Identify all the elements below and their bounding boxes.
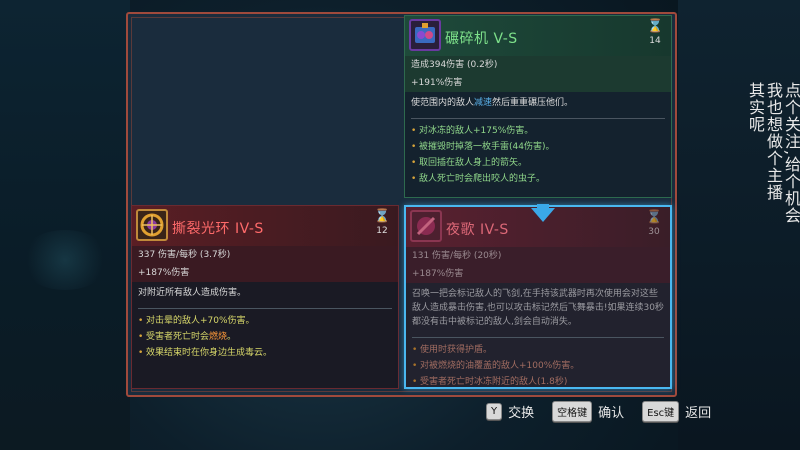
tearing-ring-item-icon [136,209,168,241]
stat-damage: 131 伤害/每秒 (20秒) [412,251,502,261]
stat-damage: 337 伤害/每秒 (3.7秒) [138,250,231,260]
stat-damage: 造成394伤害 (0.2秒) [411,60,498,70]
keyword-slow: 减速 [474,98,493,108]
affix-item: • 使用时获得护盾。 [412,345,493,355]
control-back[interactable]: Esc键 返回 [642,400,712,422]
affix-item: • 敌人死亡时会爬出咬人的虫子。 [411,174,546,184]
item-stats: 131 伤害/每秒 (20秒) +187%伤害 [406,247,670,283]
stat-bonus: +191%伤害 [411,78,463,88]
item-stats: 337 伤害/每秒 (3.7秒) +187%伤害 [132,246,398,282]
control-label: 交换 [508,405,535,421]
item-description: 使范围内的敌人减速然后重重碾压他们。 [411,98,574,108]
hourglass-icon: ⌛ [647,19,664,34]
control-swap[interactable]: Y 交换 [486,402,534,421]
background-right [678,0,800,450]
key-space: 空格键 [552,400,593,422]
key-y: Y [486,402,503,420]
nightsong-item-icon [410,210,442,242]
affix-list: • 对击晕的敌人+70%伤害。 • 受害者死亡时会燃烧。 • 效果结束时在你身边生成毒… [132,313,398,361]
stat-bonus: +187%伤害 [138,268,190,278]
item-card-tearing-ring[interactable]: 撕裂光环 IV-S ⌛ 12 337 伤害/每秒 (3.7秒) +187%伤害 … [131,205,399,389]
divider [138,308,392,309]
card-header: 碾碎机 V-S ⌛ 14 [405,16,671,56]
card-header: 撕裂光环 IV-S ⌛ 12 [132,206,398,246]
affix-item: • 受害者死亡时冰冻附近的敌人(1.8秒) [412,377,568,387]
item-title: 碾碎机 V-S [445,31,518,47]
control-hints: Y 交换 空格键 确认 Esc键 返回 [486,400,721,422]
affix-item: • 对击晕的敌人+70%伤害。 [138,316,255,326]
item-stats: 造成394伤害 (0.2秒) +191%伤害 [405,56,671,92]
overlay-text-col3: 其实呢 [746,82,765,133]
cooldown-timer: ⌛ 12 [374,209,391,237]
overlay-text-col1: 点个关注,给个机会 [782,82,800,225]
affix-item: • 受害者死亡时会燃烧。 [138,332,237,342]
item-description: 召唤一把会标记敌人的飞剑,在手持该武器时再次使用会对这些敌人造成暴击伤害,也可以… [412,289,664,327]
hourglass-icon: ⌛ [374,209,391,224]
affix-item: • 被摧毁时掉落一枚手雷(44伤害)。 [411,142,555,152]
control-label: 确认 [598,405,625,421]
stat-bonus: +187%伤害 [412,269,464,279]
item-description: 对附近所有敌人造成伤害。 [138,288,247,298]
divider [412,337,664,338]
affix-list: • 使用时获得护盾。 • 对被燃烧的油覆盖的敌人+100%伤害。 • 受害者死亡时冰冻… [406,342,670,390]
item-card-nightsong[interactable]: 夜歌 IV-S ⌛ 30 131 伤害/每秒 (20秒) +187%伤害 召唤一… [404,205,672,389]
divider [411,118,665,119]
affix-list: • 对冰冻的敌人+175%伤害。 • 被摧毁时掉落一枚手雷(44伤害)。 • 取回插在… [405,123,671,187]
background-glow [20,230,110,290]
control-label: 返回 [685,405,712,421]
background-left [0,0,130,450]
affix-item: • 对被燃烧的油覆盖的敌人+100%伤害。 [412,361,580,371]
cooldown-value: 30 [648,227,660,237]
item-card-grinder[interactable]: 碾碎机 V-S ⌛ 14 造成394伤害 (0.2秒) +191%伤害 使范围内… [404,15,672,198]
cooldown-value: 12 [376,226,388,236]
affix-item: • 效果结束时在你身边生成毒云。 [138,348,273,358]
cooldown-timer: ⌛ 14 [647,19,664,47]
keyword-burn: 燃烧 [209,332,228,342]
key-esc: Esc键 [642,400,680,422]
control-confirm[interactable]: 空格键 确认 [552,400,625,422]
cooldown-timer: ⌛ 30 [646,210,663,238]
item-title: 撕裂光环 IV-S [172,221,264,237]
cooldown-value: 14 [649,36,661,46]
item-title: 夜歌 IV-S [446,222,509,238]
hourglass-icon: ⌛ [646,210,663,225]
affix-item: • 对冰冻的敌人+175%伤害。 [411,126,534,136]
swap-arrow-icon [531,208,555,222]
grinder-item-icon [409,19,441,51]
affix-item: • 取回插在敌人身上的箭矢。 [411,158,528,168]
overlay-text-col2: 我也想做个主播 [764,82,783,201]
